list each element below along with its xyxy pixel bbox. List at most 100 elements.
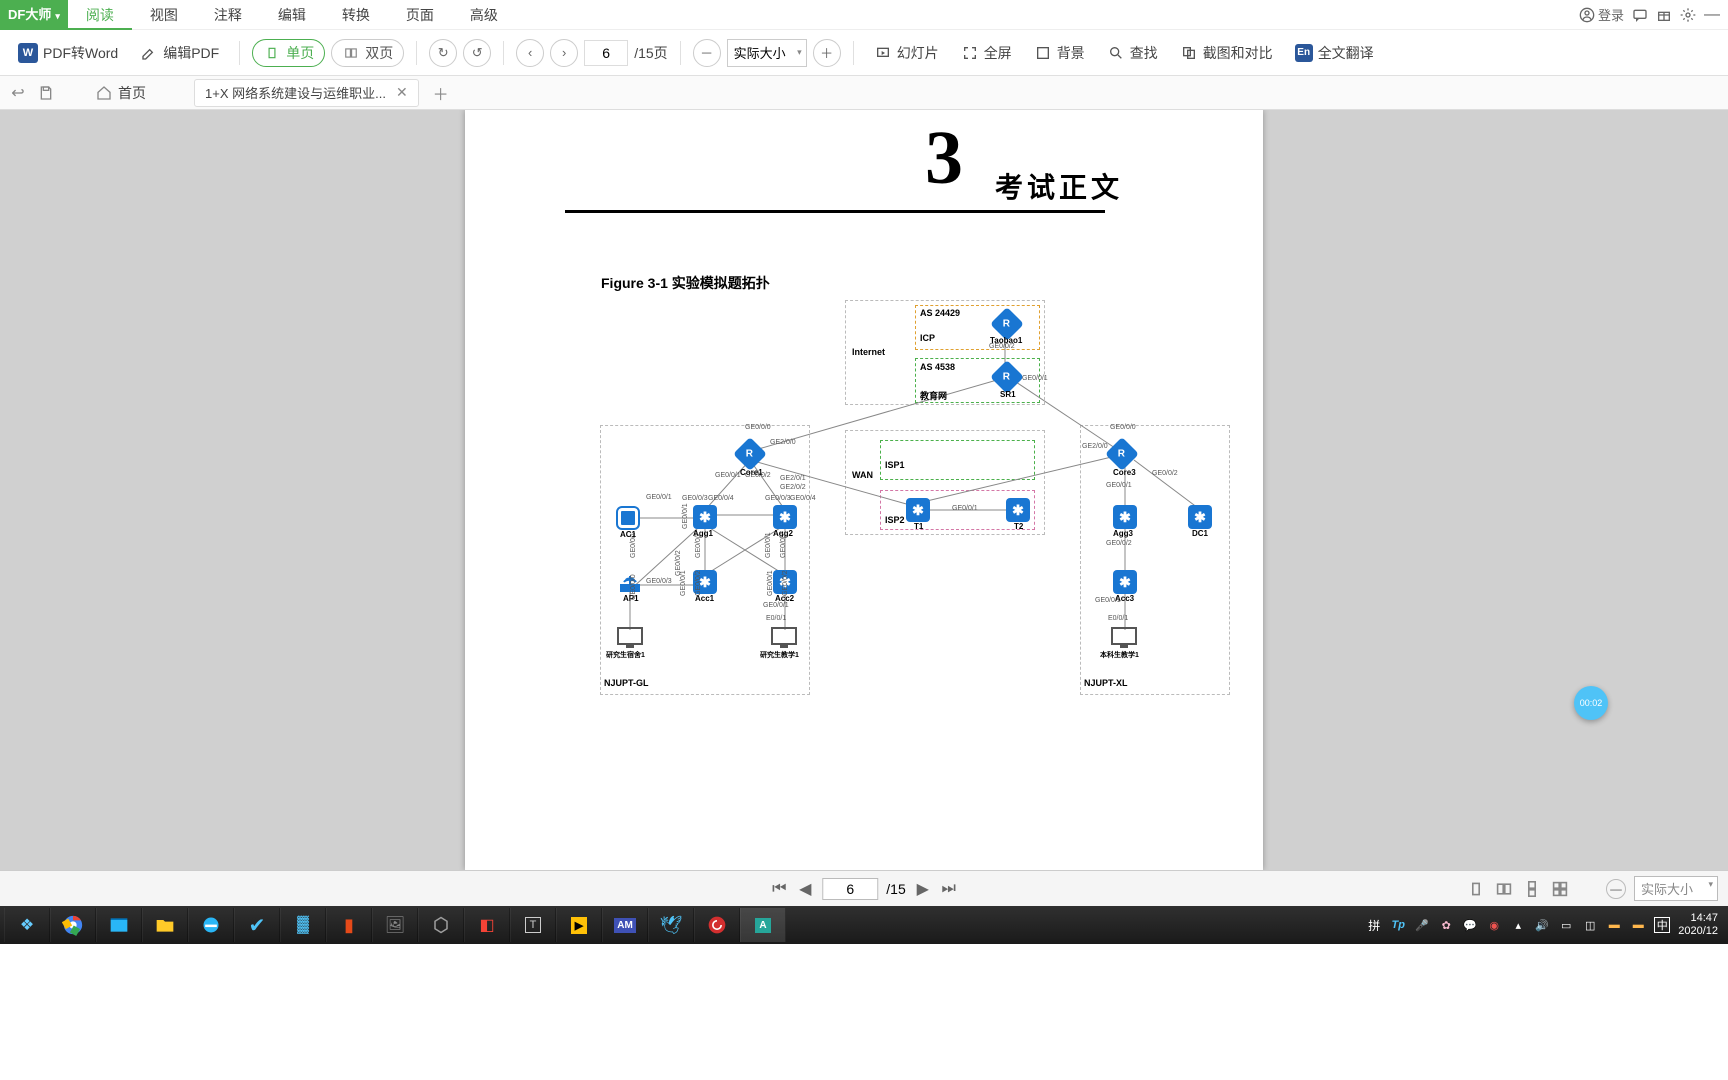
mic-icon[interactable]: 🎤 xyxy=(1414,917,1430,933)
fullscreen-button[interactable]: 全屏 xyxy=(953,39,1020,67)
tray-icon-10[interactable]: ▬ xyxy=(1630,917,1646,933)
view-thumb-icon[interactable] xyxy=(1550,879,1570,899)
tray-icon-1[interactable]: Tp xyxy=(1390,917,1406,933)
background-label: 背景 xyxy=(1057,43,1085,63)
view-single-icon[interactable] xyxy=(1466,879,1486,899)
save-button[interactable] xyxy=(34,81,58,105)
pdf-to-word-button[interactable]: W PDF转Word xyxy=(10,39,126,67)
pdf-viewer[interactable]: 3 考试正文 Figure 3-1 实验模拟题拓扑 xyxy=(0,110,1728,870)
single-page-button[interactable]: 单页 xyxy=(252,39,325,67)
system-clock[interactable]: 14:47 2020/12 xyxy=(1678,912,1718,938)
tab-advanced[interactable]: 高级 xyxy=(452,0,516,30)
taskbar-app-3[interactable] xyxy=(96,908,142,942)
separator xyxy=(416,41,417,65)
wechat-tray-icon[interactable]: 💬 xyxy=(1462,917,1478,933)
icp-label: ICP xyxy=(920,333,935,343)
last-page-button[interactable]: ⏭ xyxy=(940,880,958,898)
timer-badge[interactable]: 00:02 xyxy=(1574,686,1608,720)
minimize-icon[interactable]: — xyxy=(1704,7,1720,23)
taskbar-app-12[interactable]: T xyxy=(510,908,556,942)
status-page-input[interactable] xyxy=(822,878,878,900)
zoom-select-bottom[interactable]: 实际大小 xyxy=(1634,876,1718,901)
login-button[interactable]: 登录 xyxy=(1579,5,1624,24)
pdf-app-icon[interactable]: A xyxy=(740,908,786,942)
home-icon xyxy=(96,85,112,101)
slideshow-button[interactable]: 幻灯片 xyxy=(866,39,947,67)
teach1-pc xyxy=(770,626,798,650)
chrome-icon[interactable] xyxy=(50,908,96,942)
document-tab[interactable]: 1+X 网络系统建设与运维职业... ✕ xyxy=(194,79,419,107)
close-tab-icon[interactable]: ✕ xyxy=(396,84,408,101)
gear-icon[interactable] xyxy=(1680,7,1696,23)
tab-view[interactable]: 视图 xyxy=(132,0,196,30)
next-page-button-bottom[interactable]: ▶ xyxy=(914,880,932,898)
dc1-switch xyxy=(1188,505,1212,529)
translate-icon: En xyxy=(1295,44,1313,62)
edit-pdf-button[interactable]: 编辑PDF xyxy=(132,39,227,67)
app-badge[interactable]: DF大师 xyxy=(0,0,68,30)
virtualbox-icon[interactable] xyxy=(418,908,464,942)
rotate-left-button[interactable]: ↻ xyxy=(429,39,457,67)
tab-page[interactable]: 页面 xyxy=(388,0,452,30)
page-input[interactable] xyxy=(584,40,628,66)
tray-icon-9[interactable]: ▬ xyxy=(1606,917,1622,933)
taskbar-app-14[interactable]: AM xyxy=(602,908,648,942)
play-icon xyxy=(874,44,892,62)
zoom-in-button[interactable]: ＋ xyxy=(813,39,841,67)
first-page-button[interactable]: ⏮ xyxy=(770,880,788,898)
zoom-select[interactable]: 实际大小 xyxy=(727,39,807,67)
slideshow-label: 幻灯片 xyxy=(897,43,939,63)
ime-indicator[interactable]: 拼 xyxy=(1366,917,1382,933)
translate-button[interactable]: En 全文翻译 xyxy=(1287,39,1382,67)
gift-icon[interactable] xyxy=(1656,7,1672,23)
office-icon[interactable]: ▮ xyxy=(326,908,372,942)
taskbar-app-11[interactable]: ◧ xyxy=(464,908,510,942)
taskbar-app-6[interactable]: ✔ xyxy=(234,908,280,942)
taskbar-app-1[interactable]: ❖ xyxy=(4,908,50,942)
next-page-button[interactable]: › xyxy=(550,39,578,67)
home-tab[interactable]: 首页 xyxy=(82,83,160,103)
njupt-xl-label: NJUPT-XL xyxy=(1084,678,1128,688)
background-button[interactable]: 背景 xyxy=(1026,39,1093,67)
back-button[interactable]: ↩ xyxy=(6,81,30,105)
fullscreen-icon xyxy=(961,44,979,62)
snip-icon xyxy=(1180,44,1198,62)
snip-button[interactable]: 截图和对比 xyxy=(1172,39,1281,67)
tab-convert[interactable]: 转换 xyxy=(324,0,388,30)
pdf2word-label: PDF转Word xyxy=(43,43,118,63)
windows-taskbar[interactable]: ❖ ✔ ▓ ▮ 🖼 ◧ T ▶ AM 🕊 A 拼 Tp 🎤 ✿ 💬 ◉ ▴ 🔊 … xyxy=(0,906,1728,944)
volume-icon[interactable]: 🔊 xyxy=(1534,917,1550,933)
tray-icon-8[interactable]: ◫ xyxy=(1582,917,1598,933)
rotate-right-button[interactable]: ↺ xyxy=(463,39,491,67)
taskbar-app-7[interactable]: ▓ xyxy=(280,908,326,942)
zoom-out-bottom[interactable]: － xyxy=(1606,879,1626,899)
home-label: 首页 xyxy=(118,83,146,103)
tab-read[interactable]: 阅读 xyxy=(68,0,132,30)
view-continuous-icon[interactable] xyxy=(1522,879,1542,899)
tray-icon-5[interactable]: ◉ xyxy=(1486,917,1502,933)
battery-icon[interactable]: ▭ xyxy=(1558,917,1574,933)
status-bar: ⏮ ◀ /15 ▶ ⏭ － 实际大小 xyxy=(0,870,1728,906)
chapter-number: 3 xyxy=(925,115,963,202)
page-total-label: /15页 xyxy=(634,43,667,63)
lang-indicator[interactable]: 中 xyxy=(1654,917,1670,933)
taskbar-app-9[interactable]: 🖼 xyxy=(372,908,418,942)
chat-icon[interactable] xyxy=(1632,7,1648,23)
zoom-out-button[interactable]: － xyxy=(693,39,721,67)
taskbar-app-15[interactable]: 🕊 xyxy=(648,908,694,942)
ie-icon[interactable] xyxy=(188,908,234,942)
tray-icon-3[interactable]: ✿ xyxy=(1438,917,1454,933)
new-tab-button[interactable]: ＋ xyxy=(429,81,453,105)
prev-page-button-bottom[interactable]: ◀ xyxy=(796,880,814,898)
t2-switch xyxy=(1006,498,1030,522)
netease-icon[interactable] xyxy=(694,908,740,942)
tab-annotate[interactable]: 注释 xyxy=(196,0,260,30)
explorer-icon[interactable] xyxy=(142,908,188,942)
taskbar-app-13[interactable]: ▶ xyxy=(556,908,602,942)
tab-edit[interactable]: 编辑 xyxy=(260,0,324,30)
double-page-button[interactable]: 双页 xyxy=(331,39,404,67)
find-button[interactable]: 查找 xyxy=(1099,39,1166,67)
view-facing-icon[interactable] xyxy=(1494,879,1514,899)
prev-page-button[interactable]: ‹ xyxy=(516,39,544,67)
tray-up-icon[interactable]: ▴ xyxy=(1510,917,1526,933)
